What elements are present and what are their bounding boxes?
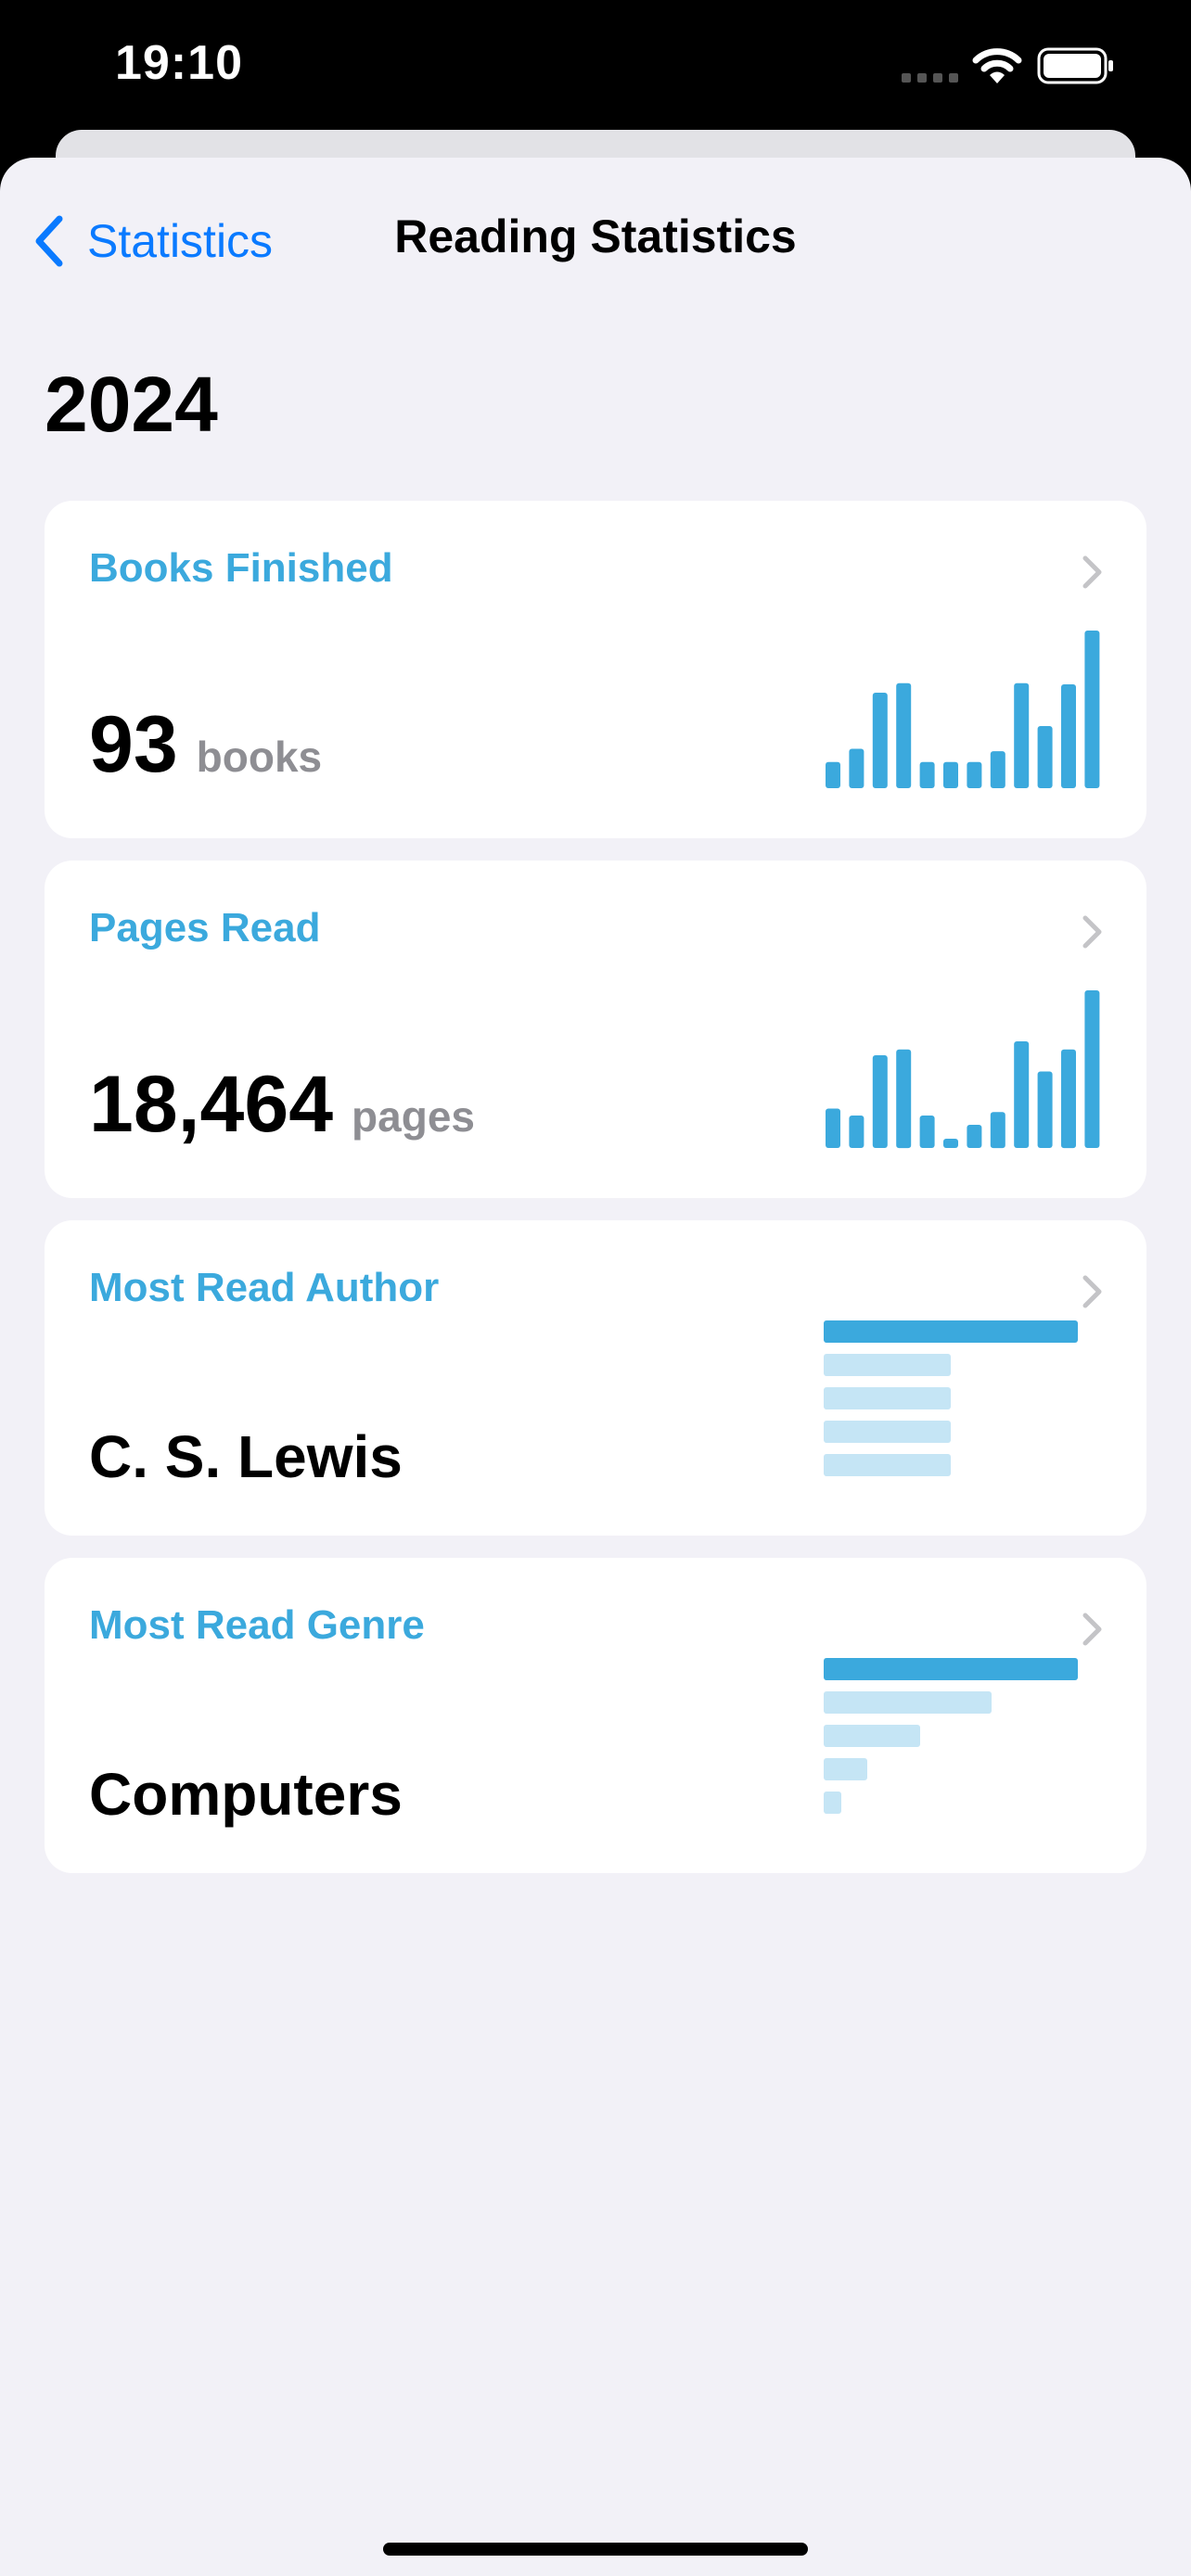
chevron-right-icon	[1082, 555, 1102, 589]
status-bar: 19:10	[0, 0, 1191, 139]
sparkline-bar	[849, 748, 864, 788]
sparkline-bar	[919, 761, 935, 788]
most-read-genre-card[interactable]: Most Read Genre Computers	[45, 1558, 1146, 1873]
year-heading: 2024	[45, 361, 218, 448]
books-finished-sparkline	[826, 631, 1100, 788]
ranking-bar	[824, 1320, 1078, 1343]
sparkline-bar	[826, 761, 840, 788]
sparkline-bar	[1037, 1071, 1053, 1148]
card-title: Pages Read	[89, 905, 321, 950]
chevron-right-icon	[1082, 1275, 1102, 1308]
page-title: Reading Statistics	[394, 210, 797, 262]
wifi-icon	[972, 48, 1022, 83]
books-unit: books	[196, 733, 323, 781]
status-time: 19:10	[115, 36, 243, 90]
sparkline-bar	[872, 693, 888, 788]
genre-name: Computers	[89, 1761, 403, 1828]
pages-read-sparkline	[826, 990, 1100, 1149]
sparkline-bar	[872, 1055, 888, 1148]
card-title: Most Read Genre	[89, 1602, 425, 1648]
most-read-author-card[interactable]: Most Read Author C. S. Lewis	[45, 1220, 1146, 1536]
metric: 18,464 pages	[89, 1059, 475, 1151]
author-ranking-bars	[824, 1320, 1083, 1478]
sparkline-bar	[919, 1116, 935, 1148]
pages-unit: pages	[352, 1092, 475, 1141]
pages-read-card[interactable]: Pages Read 18,464 pages	[45, 861, 1146, 1198]
ranking-bar	[824, 1758, 867, 1780]
sparkline-bar	[990, 1112, 1005, 1149]
chevron-right-icon	[1082, 1613, 1102, 1646]
sparkline-bar	[849, 1116, 864, 1148]
sparkline-bar	[1037, 726, 1053, 788]
sparkline-bar	[896, 1049, 912, 1149]
sparkline-bar	[1061, 1049, 1076, 1149]
sparkline-bar	[943, 761, 958, 788]
sparkline-bar	[1084, 631, 1100, 788]
sparkline-bar	[990, 751, 1005, 788]
ranking-bar	[824, 1454, 951, 1476]
ranking-bar	[824, 1354, 951, 1376]
cellular-signal-icon	[902, 73, 958, 83]
reading-statistics-sheet: Statistics Reading Statistics 2024 Books…	[0, 158, 1191, 2576]
sparkline-bar	[826, 1108, 840, 1148]
card-title: Books Finished	[89, 545, 393, 591]
ranking-bar	[824, 1421, 951, 1443]
sparkline-bar	[1084, 990, 1100, 1148]
ranking-bar	[824, 1691, 992, 1714]
pages-count: 18,464	[89, 1060, 334, 1149]
sparkline-bar	[896, 682, 912, 788]
ranking-bar	[824, 1658, 1078, 1680]
sparkline-bar	[967, 761, 982, 788]
ranking-bar	[824, 1387, 951, 1409]
sparkline-bar	[1014, 682, 1030, 788]
card-title: Most Read Author	[89, 1265, 440, 1310]
books-finished-card[interactable]: Books Finished 93 books	[45, 501, 1146, 838]
home-indicator	[383, 2543, 808, 2556]
battery-icon	[1037, 47, 1113, 84]
sparkline-bar	[943, 1139, 958, 1148]
chevron-right-icon	[1082, 915, 1102, 949]
author-name: C. S. Lewis	[89, 1423, 403, 1490]
sparkline-bar	[1061, 684, 1076, 788]
metric: 93 books	[89, 699, 322, 791]
sparkline-bar	[967, 1125, 982, 1148]
ranking-bar	[824, 1725, 921, 1747]
genre-ranking-bars	[824, 1658, 1083, 1816]
sparkline-bar	[1014, 1041, 1030, 1148]
books-count: 93	[89, 700, 178, 789]
ranking-bar	[824, 1792, 842, 1814]
